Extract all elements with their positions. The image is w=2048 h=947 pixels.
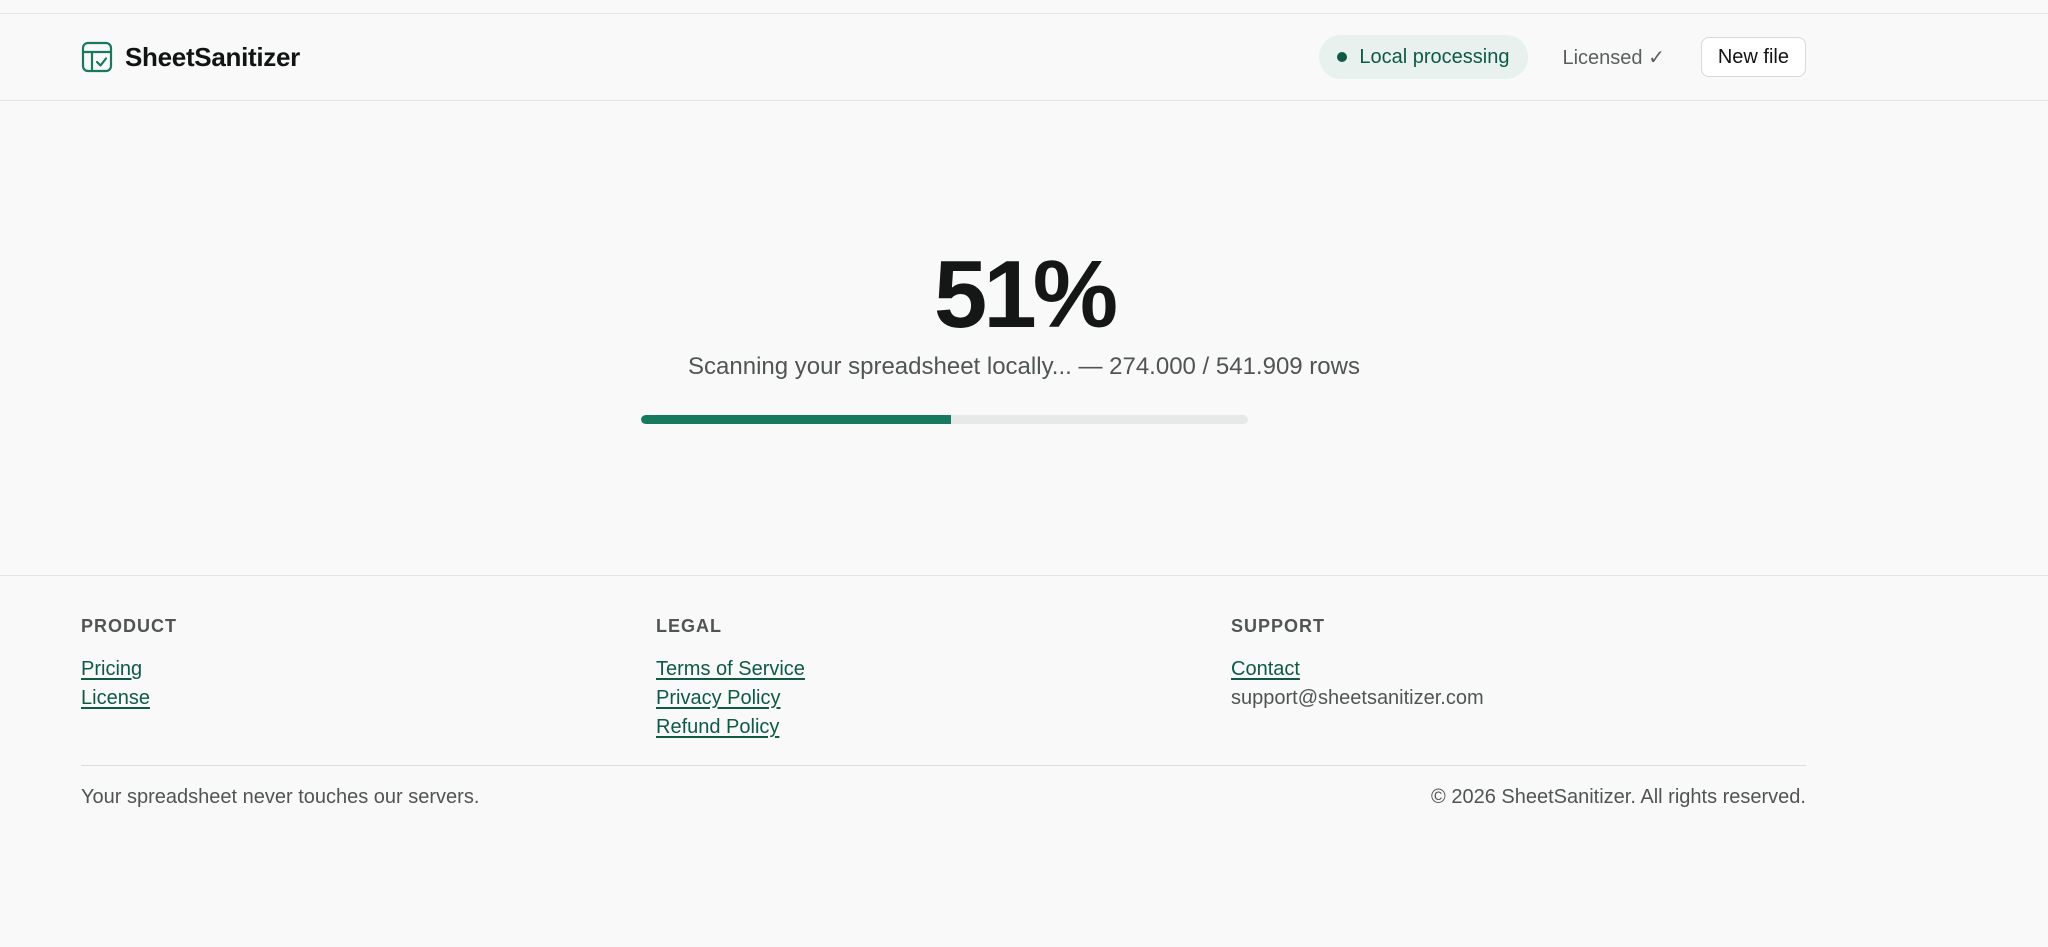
badge-label: Local processing — [1359, 45, 1510, 68]
footer-column-support: SUPPORT Contact support@sheetsanitizer.c… — [1231, 616, 1806, 765]
footer-heading: SUPPORT — [1231, 616, 1326, 636]
progress-bar — [641, 415, 1248, 424]
footer-heading: PRODUCT — [81, 616, 177, 636]
app-header: SheetSanitizer Local processing Licensed… — [0, 14, 2048, 101]
brand[interactable]: SheetSanitizer — [81, 41, 300, 73]
support-email: support@sheetsanitizer.com — [1231, 687, 1484, 709]
footer-column-product: PRODUCT Pricing License — [81, 616, 656, 765]
footer-columns: PRODUCT Pricing License LEGAL Terms of S… — [81, 576, 1806, 766]
footer-bottom: Your spreadsheet never touches our serve… — [81, 766, 1806, 809]
footer-tagline: Your spreadsheet never touches our serve… — [81, 786, 480, 808]
top-border — [0, 0, 2048, 14]
footer-link-pricing[interactable]: Pricing — [81, 655, 656, 684]
footer-link-contact[interactable]: Contact — [1231, 655, 1806, 684]
footer-column-legal: LEGAL Terms of Service Privacy Policy Re… — [656, 616, 1231, 765]
local-processing-badge: Local processing — [1319, 35, 1529, 79]
progress-percent: 51% — [933, 241, 1118, 348]
progress-panel: 51% Scanning your spreadsheet locally...… — [0, 101, 2048, 576]
spreadsheet-check-icon — [81, 41, 113, 73]
progress-status-text: Scanning your spreadsheet locally... — 2… — [688, 353, 1360, 380]
progress-bar-fill — [641, 415, 951, 424]
footer-copyright: © 2026 SheetSanitizer. All rights reserv… — [1431, 786, 1806, 808]
brand-name: SheetSanitizer — [125, 41, 300, 72]
footer-link-refund[interactable]: Refund Policy — [656, 713, 1231, 742]
footer-heading: LEGAL — [656, 616, 722, 636]
license-status: Licensed ✓ — [1562, 46, 1665, 69]
footer-link-privacy[interactable]: Privacy Policy — [656, 684, 1231, 713]
header-actions: Local processing Licensed ✓ New file — [1319, 35, 1806, 79]
status-dot-icon — [1337, 52, 1348, 62]
footer-link-terms[interactable]: Terms of Service — [656, 655, 1231, 684]
footer-link-license[interactable]: License — [81, 684, 656, 713]
new-file-button[interactable]: New file — [1700, 37, 1806, 77]
site-footer: PRODUCT Pricing License LEGAL Terms of S… — [0, 576, 2048, 809]
